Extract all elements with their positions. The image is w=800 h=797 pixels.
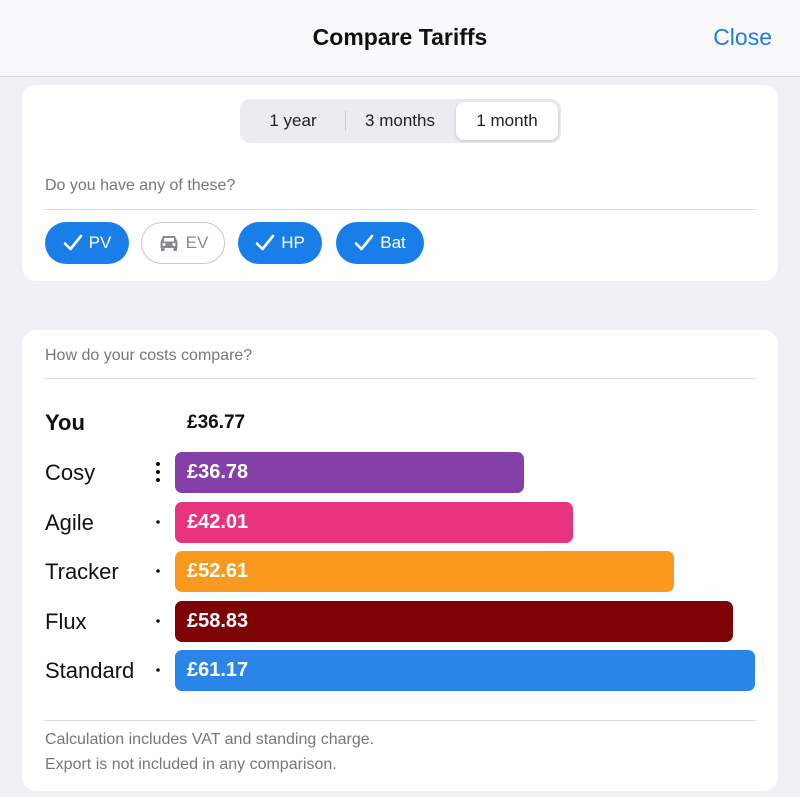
checkmark-icon [255, 234, 275, 252]
tariff-bar-flux[interactable]: £58.83 [175, 601, 733, 642]
tariff-name-tracker: Tracker [45, 559, 119, 584]
tariff-bar-value: £52.61 [187, 560, 249, 582]
tariff-name-standard: Standard [45, 658, 135, 683]
tariff-bar-value: £42.01 [187, 511, 249, 533]
nav-header: Compare Tariffs Close [0, 0, 800, 77]
divider [44, 378, 756, 379]
dot-icon [155, 609, 161, 638]
you-cost-value: £36.77 [187, 412, 246, 433]
comparison-card: How do your costs compare? You £36.77 Co… [22, 330, 778, 791]
period-option-1-year[interactable]: 1 year [243, 102, 343, 140]
chip-label: EV [185, 233, 209, 252]
checkmark-icon [354, 234, 374, 252]
segment-divider [345, 111, 346, 131]
tariff-bar-value: £36.78 [187, 461, 249, 483]
chip-ev[interactable]: EV [141, 222, 225, 264]
chip-label: PV [88, 233, 112, 252]
car-icon [158, 234, 180, 252]
chip-pv[interactable]: PV [45, 222, 129, 264]
dot-icon [155, 510, 161, 539]
tariff-bar-cosy[interactable]: £36.78 [175, 452, 524, 493]
footnote-export: Export is not included in any comparison… [45, 756, 337, 773]
tariff-bar-tracker[interactable]: £52.61 [175, 551, 674, 592]
assets-question: Do you have any of these? [45, 177, 236, 194]
dot-icon [155, 559, 161, 588]
period-option-1-month[interactable]: 1 month [456, 102, 558, 140]
page-title: Compare Tariffs [312, 24, 488, 50]
tariff-bar-value: £58.83 [187, 610, 249, 632]
period-segmented-control: 1 year 3 months 1 month [240, 99, 561, 143]
options-card: 1 year 3 months 1 month Do you have any … [22, 85, 778, 281]
tariff-name-agile: Agile [45, 510, 94, 535]
chip-label: HP [281, 233, 305, 252]
tariff-bar-value: £61.17 [187, 659, 249, 681]
close-button[interactable]: Close [713, 24, 772, 51]
checkmark-icon [63, 234, 83, 252]
divider [44, 720, 756, 721]
tariff-name-flux: Flux [45, 609, 87, 634]
tariff-bar-agile[interactable]: £42.01 [175, 502, 573, 543]
footnote-vat: Calculation includes VAT and standing ch… [45, 731, 375, 748]
period-option-3-months[interactable]: 3 months [348, 102, 452, 140]
comparison-question: How do your costs compare? [45, 347, 253, 364]
tariff-bar-standard[interactable]: £61.17 [175, 650, 755, 691]
divider [44, 209, 756, 210]
chip-hp[interactable]: HP [238, 222, 322, 264]
tariff-name-cosy: Cosy [45, 460, 96, 485]
more-options-icon[interactable] [155, 460, 161, 489]
dot-icon [155, 658, 161, 687]
chip-label: Bat [380, 233, 406, 252]
chip-bat[interactable]: Bat [336, 222, 424, 264]
you-label: You [45, 410, 85, 435]
